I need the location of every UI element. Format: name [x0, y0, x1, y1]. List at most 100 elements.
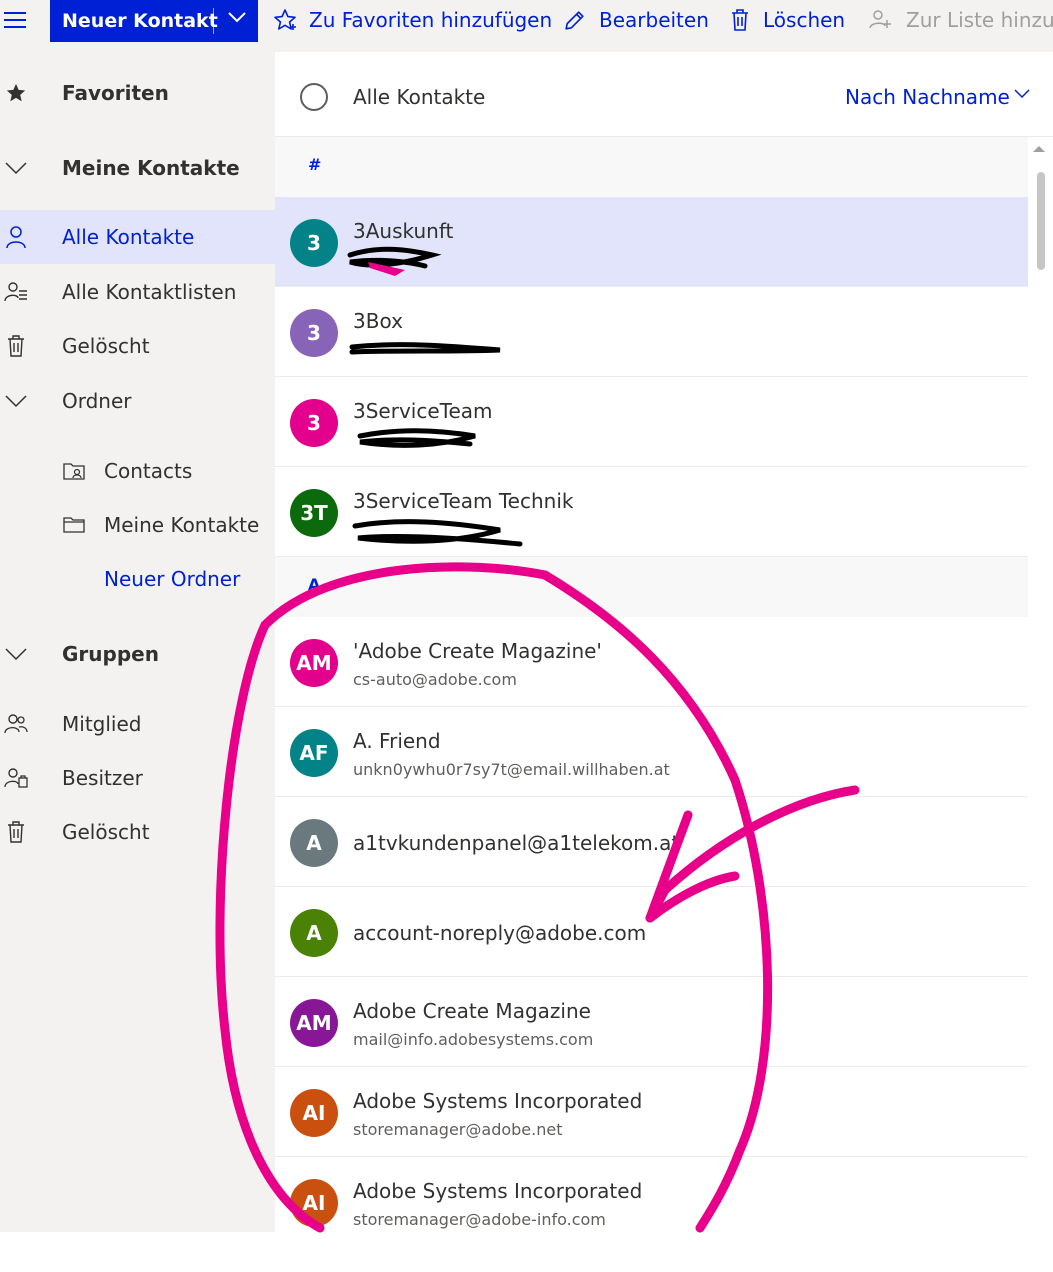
sidebar: Favoriten Meine Kontakte Alle Kontakte A… [0, 52, 275, 1232]
chevron-down-icon[interactable] [4, 156, 28, 180]
sidebar-item-label: Contacts [104, 459, 193, 483]
contact-name: 3Box [353, 309, 403, 333]
sidebar-item-deleted[interactable]: Gelöscht [0, 319, 275, 373]
contact-row[interactable]: 3 3Box [275, 287, 1028, 377]
section-header: # [275, 137, 1028, 197]
folder-contacts-icon [62, 459, 86, 483]
sidebar-item-member[interactable]: Mitglied [0, 697, 275, 751]
sidebar-item-label: Gruppen [62, 642, 159, 666]
scroll-up-arrow-icon[interactable] [1032, 144, 1046, 154]
trash-icon [4, 820, 28, 844]
avatar: AI [290, 1179, 338, 1227]
contact-name: a1tvkundenpanel@a1telekom.at [353, 831, 680, 855]
list-header: Alle Kontakte Nach Nachname [275, 52, 1053, 137]
sidebar-group-groups[interactable]: Gruppen [0, 627, 275, 681]
contact-row[interactable]: AM Adobe Create Magazine mail@info.adobe… [275, 977, 1028, 1067]
new-folder-link[interactable]: Neuer Ordner [0, 552, 275, 606]
group-member-icon [4, 712, 28, 736]
sidebar-item-label: Ordner [62, 389, 132, 413]
new-contact-label: Neuer Kontakt [62, 10, 218, 32]
contact-name: Adobe Systems Incorporated [353, 1089, 643, 1113]
contact-row[interactable]: A account-noreply@adobe.com [275, 887, 1028, 977]
contact-name: Adobe Create Magazine [353, 999, 591, 1023]
sort-dropdown[interactable]: Nach Nachname [845, 85, 1010, 109]
contact-email: mail@info.adobesystems.com [353, 1030, 594, 1049]
chevron-down-icon[interactable] [4, 389, 28, 413]
contact-name: account-noreply@adobe.com [353, 921, 647, 945]
add-to-favorites-button[interactable]: Zu Favoriten hinzufügen [273, 0, 552, 40]
contact-name: 3ServiceTeam Technik [353, 489, 574, 513]
contact-row[interactable]: A a1tvkundenpanel@a1telekom.at [275, 797, 1028, 887]
contact-row[interactable]: 3 3Auskunft [275, 197, 1028, 287]
sidebar-group-my-contacts[interactable]: Meine Kontakte [0, 141, 275, 195]
section-letter: # [308, 155, 322, 174]
sidebar-item-all-contacts[interactable]: Alle Kontakte [0, 210, 275, 264]
add-to-list-label: Zur Liste hinzufü [906, 8, 1053, 32]
trash-icon [732, 9, 748, 31]
contact-email: storemanager@adobe-info.com [353, 1210, 606, 1229]
group-owner-icon [4, 766, 28, 790]
contact-row[interactable]: 3 3ServiceTeam [275, 377, 1028, 467]
avatar: 3 [290, 309, 338, 357]
sidebar-item-label: Mitglied [62, 712, 142, 736]
sidebar-item-label: Alle Kontakte [62, 225, 195, 249]
sidebar-item-label: Favoriten [62, 81, 169, 105]
contact-row[interactable]: AM 'Adobe Create Magazine' cs-auto@adobe… [275, 617, 1028, 707]
add-to-list-button[interactable]: Zur Liste hinzufü [868, 0, 1053, 40]
pencil-icon [565, 10, 584, 30]
sidebar-item-groups-deleted[interactable]: Gelöscht [0, 805, 275, 859]
contact-name: Adobe Systems Incorporated [353, 1179, 643, 1203]
avatar: 3 [290, 219, 338, 267]
avatar: 3 [290, 399, 338, 447]
avatar: A [290, 819, 338, 867]
hamburger-icon[interactable] [4, 10, 26, 30]
sidebar-item-favorites[interactable]: Favoriten [0, 66, 275, 120]
list-title: Alle Kontakte [353, 85, 486, 109]
edit-button[interactable]: Bearbeiten [562, 0, 709, 40]
sidebar-item-label: Besitzer [62, 766, 143, 790]
select-all-checkbox[interactable] [300, 83, 328, 111]
sidebar-item-label: Alle Kontaktlisten [62, 280, 237, 304]
sidebar-item-all-contact-lists[interactable]: Alle Kontaktlisten [0, 265, 275, 319]
star-icon [4, 81, 28, 105]
avatar: A [290, 909, 338, 957]
contact-list-icon [4, 280, 28, 304]
contact-email: storemanager@adobe.net [353, 1120, 563, 1139]
contact-name: A. Friend [353, 729, 441, 753]
chevron-down-icon[interactable] [1013, 88, 1031, 100]
new-contact-button[interactable]: Neuer Kontakt [50, 0, 258, 42]
contact-row[interactable]: AI Adobe Systems Incorporated storemanag… [275, 1157, 1028, 1232]
avatar: AM [290, 639, 338, 687]
trash-icon [4, 334, 28, 358]
star-outline-icon [274, 9, 296, 30]
sidebar-group-folders[interactable]: Ordner [0, 374, 275, 428]
sidebar-item-label: Gelöscht [62, 334, 150, 358]
sidebar-item-folder-my-contacts[interactable]: Meine Kontakte [0, 498, 275, 552]
contact-row[interactable]: 3T 3ServiceTeam Technik [275, 467, 1028, 557]
edit-label: Bearbeiten [599, 8, 709, 32]
chevron-down-icon[interactable] [4, 642, 28, 666]
avatar: AI [290, 1089, 338, 1137]
contact-row[interactable]: AI Adobe Systems Incorporated storemanag… [275, 1067, 1028, 1157]
new-folder-label: Neuer Ordner [104, 567, 241, 591]
section-letter: A [308, 575, 321, 594]
delete-button[interactable]: Löschen [729, 0, 845, 40]
contact-row[interactable]: AF A. Friend unkn0ywhu0r7sy7t@email.will… [275, 707, 1028, 797]
add-to-favorites-label: Zu Favoriten hinzufügen [309, 8, 553, 32]
person-icon [4, 225, 28, 249]
sidebar-item-label: Meine Kontakte [104, 513, 260, 537]
folder-icon [62, 513, 86, 537]
scrollbar-thumb[interactable] [1037, 172, 1045, 270]
add-to-list-icon [869, 10, 891, 29]
contact-name: 'Adobe Create Magazine' [353, 639, 602, 663]
avatar: AM [290, 999, 338, 1047]
avatar: 3T [290, 489, 338, 537]
sidebar-item-folder-contacts[interactable]: Contacts [0, 444, 275, 498]
avatar: AF [290, 729, 338, 777]
chevron-down-icon[interactable] [226, 6, 248, 28]
contact-list-panel: Alle Kontakte Nach Nachname # 3 3Auskunf… [275, 52, 1053, 1232]
sidebar-item-owner[interactable]: Besitzer [0, 751, 275, 805]
section-header: A [275, 557, 1028, 617]
split-divider [213, 8, 214, 34]
contact-name: 3ServiceTeam [353, 399, 493, 423]
